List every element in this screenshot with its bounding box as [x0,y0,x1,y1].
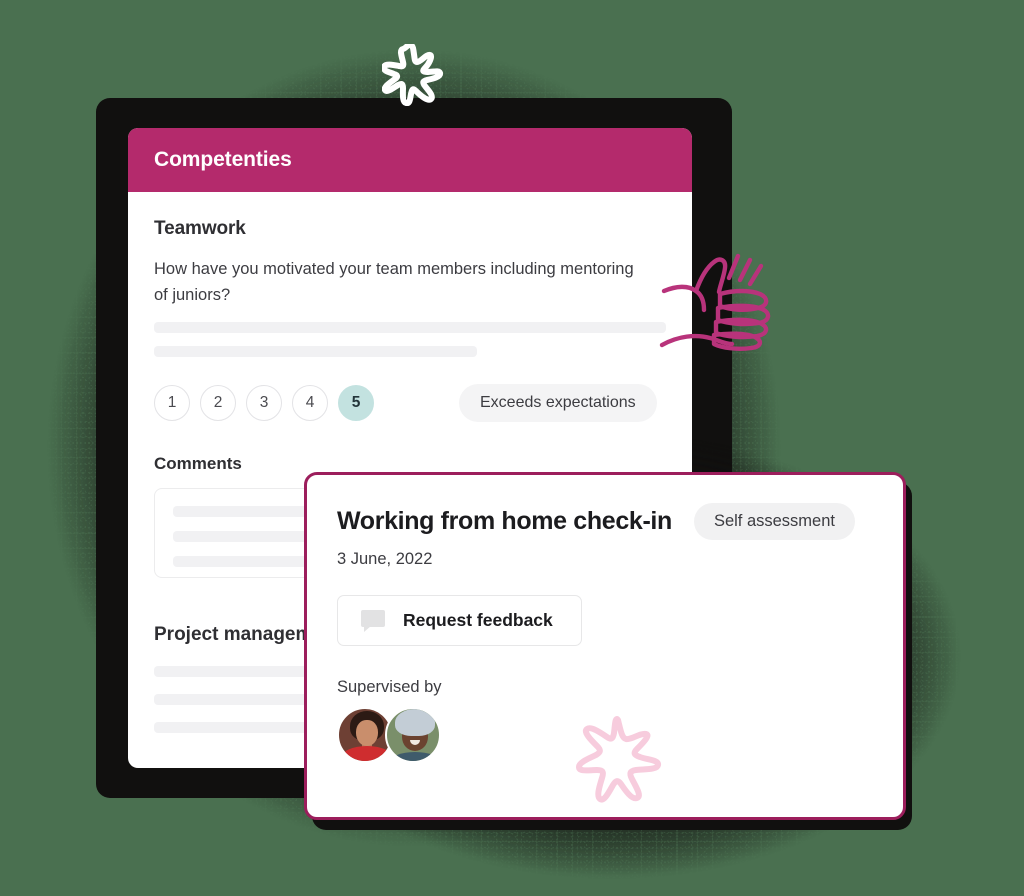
avatar[interactable] [385,707,441,763]
rating-option-5-selected[interactable]: 5 [338,384,374,421]
competency-question: How have you motivated your team members… [154,260,634,305]
supervised-by-label: Supervised by [337,678,442,696]
page-title: Competenties [154,148,292,171]
check-in-date: 3 June, 2022 [337,550,433,568]
speech-bubble-icon [361,610,385,632]
answer-skeleton-row [154,321,666,333]
request-feedback-label: Request feedback [403,610,553,630]
answer-skeleton-row [154,345,666,357]
pink-star-icon [576,716,661,803]
white-sparkle-icon [382,44,443,106]
status-badge: Self assessment [693,503,855,540]
rating-label-badge: Exceeds expectations [459,383,657,422]
rating-option-4[interactable]: 4 [292,384,328,421]
rating-option-1[interactable]: 1 [154,384,190,421]
competencies-card-header: Competenties [128,128,692,192]
illustration-stage: Competenties Teamwork How have you motiv… [0,0,1024,896]
check-in-title: Working from home check-in [337,507,672,535]
rating-option-2[interactable]: 2 [200,384,236,421]
check-in-title-row: Working from home check-in Self assessme… [337,503,873,540]
comments-label: Comments [154,453,242,473]
rating-option-3[interactable]: 3 [246,384,282,421]
rating-row: 1 2 3 4 5 Exceeds expectations [154,383,666,422]
rating-scale: 1 2 3 4 5 [154,384,374,421]
thumbs-up-icon [659,253,771,351]
request-feedback-button[interactable]: Request feedback [337,595,582,646]
competency-title-teamwork: Teamwork [154,218,246,239]
